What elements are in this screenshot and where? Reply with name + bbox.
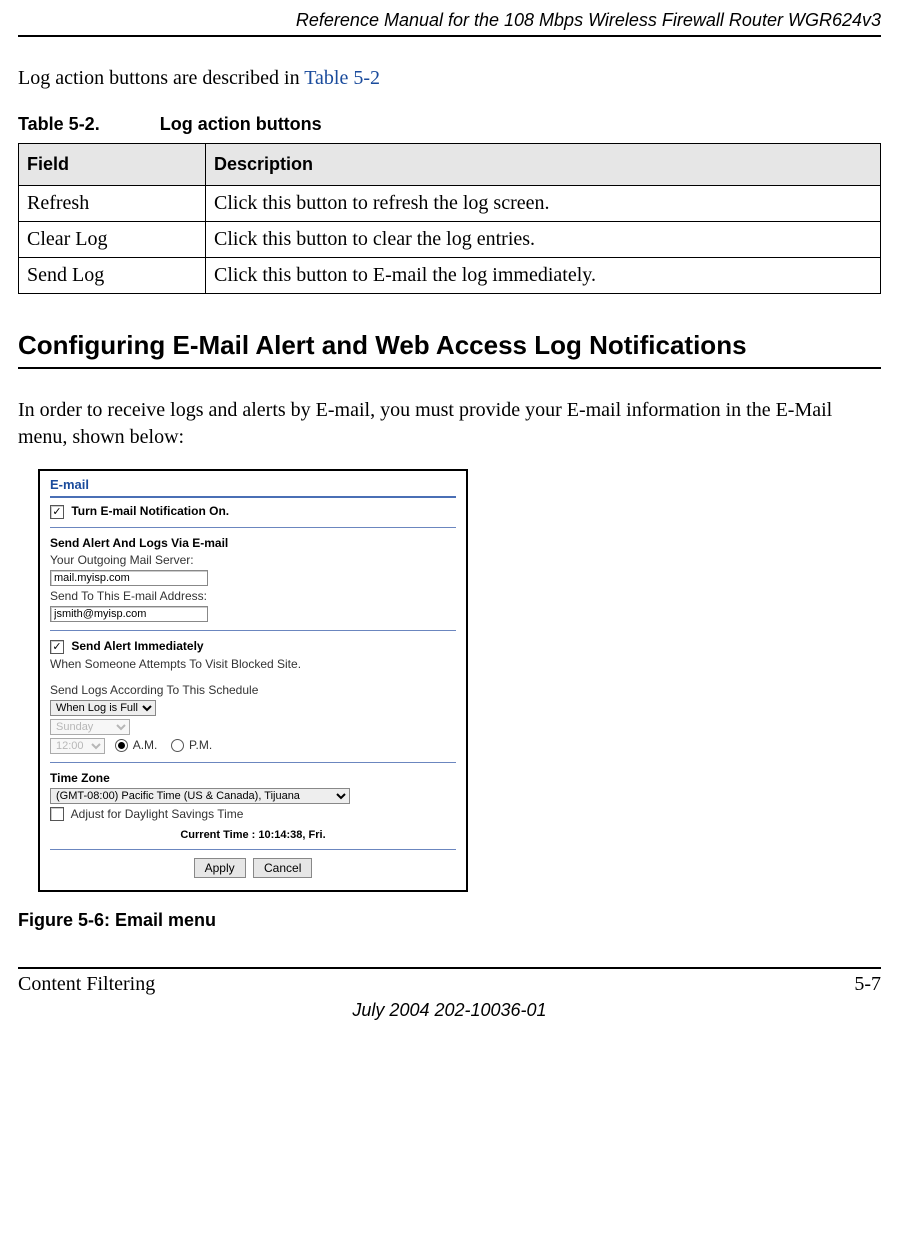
figure-5-6-caption: Figure 5-6: Email menu: [18, 910, 881, 931]
cell-field: Send Log: [19, 258, 206, 294]
section-heading: Configuring E-Mail Alert and Web Access …: [18, 330, 881, 369]
table-row: Refresh Click this button to refresh the…: [19, 186, 881, 222]
intro-text: Log action buttons are described in: [18, 67, 304, 89]
table-5-2-xref[interactable]: Table 5-2: [304, 67, 380, 89]
time-select[interactable]: 12:00: [50, 738, 105, 754]
send-section-heading: Send Alert And Logs Via E-mail: [50, 536, 456, 550]
alert-sub-label: When Someone Attempts To Visit Blocked S…: [50, 657, 456, 671]
email-panel-title: E-mail: [50, 477, 456, 492]
table-row: Clear Log Click this button to clear the…: [19, 222, 881, 258]
divider: [50, 527, 456, 528]
am-label: A.M.: [133, 738, 158, 752]
notify-checkbox[interactable]: ✓: [50, 505, 64, 519]
cell-field: Clear Log: [19, 222, 206, 258]
current-time-label: Current Time : 10:14:38, Fri.: [50, 829, 456, 841]
cancel-button[interactable]: Cancel: [253, 858, 312, 878]
sendto-email-input[interactable]: [50, 606, 208, 622]
table-5-2-caption: Table 5-2. Log action buttons: [18, 114, 881, 135]
dst-checkbox[interactable]: [50, 807, 64, 821]
th-field: Field: [19, 144, 206, 186]
th-description: Description: [206, 144, 881, 186]
alert-immediately-label: Send Alert Immediately: [71, 639, 203, 653]
divider: [50, 630, 456, 631]
outgoing-mail-server-input[interactable]: [50, 570, 208, 586]
cell-desc: Click this button to clear the log entri…: [206, 222, 881, 258]
footer-date: July 2004 202-10036-01: [18, 1000, 881, 1021]
divider: [50, 762, 456, 763]
footer-chapter: Content Filtering: [18, 973, 155, 996]
notify-label: Turn E-mail Notification On.: [71, 504, 229, 518]
apply-button[interactable]: Apply: [194, 858, 246, 878]
table-5-2-number: Table 5-2.: [18, 114, 100, 134]
divider: [50, 849, 456, 850]
log-action-buttons-table: Field Description Refresh Click this but…: [18, 143, 881, 294]
page-footer: Content Filtering 5-7: [18, 967, 881, 996]
alert-immediately-checkbox[interactable]: ✓: [50, 640, 64, 654]
email-menu-screenshot: E-mail ✓ Turn E-mail Notification On. Se…: [38, 469, 468, 892]
cell-desc: Click this button to E-mail the log imme…: [206, 258, 881, 294]
table-5-2-title: Log action buttons: [160, 114, 322, 134]
cell-desc: Click this button to refresh the log scr…: [206, 186, 881, 222]
schedule-label: Send Logs According To This Schedule: [50, 683, 456, 697]
schedule-select[interactable]: When Log is Full: [50, 700, 156, 716]
section-paragraph: In order to receive logs and alerts by E…: [18, 397, 881, 451]
am-radio[interactable]: [115, 739, 128, 752]
outgoing-label: Your Outgoing Mail Server:: [50, 553, 456, 567]
timezone-heading: Time Zone: [50, 771, 456, 785]
running-header: Reference Manual for the 108 Mbps Wirele…: [18, 10, 881, 37]
cell-field: Refresh: [19, 186, 206, 222]
sendto-label: Send To This E-mail Address:: [50, 589, 456, 603]
divider: [50, 496, 456, 498]
dst-label: Adjust for Daylight Savings Time: [71, 807, 244, 821]
timezone-select[interactable]: (GMT-08:00) Pacific Time (US & Canada), …: [50, 788, 350, 804]
day-select[interactable]: Sunday: [50, 719, 130, 735]
pm-radio[interactable]: [171, 739, 184, 752]
table-row: Send Log Click this button to E-mail the…: [19, 258, 881, 294]
intro-paragraph: Log action buttons are described in Tabl…: [18, 65, 881, 92]
pm-label: P.M.: [189, 738, 212, 752]
footer-page-number: 5-7: [854, 973, 881, 996]
